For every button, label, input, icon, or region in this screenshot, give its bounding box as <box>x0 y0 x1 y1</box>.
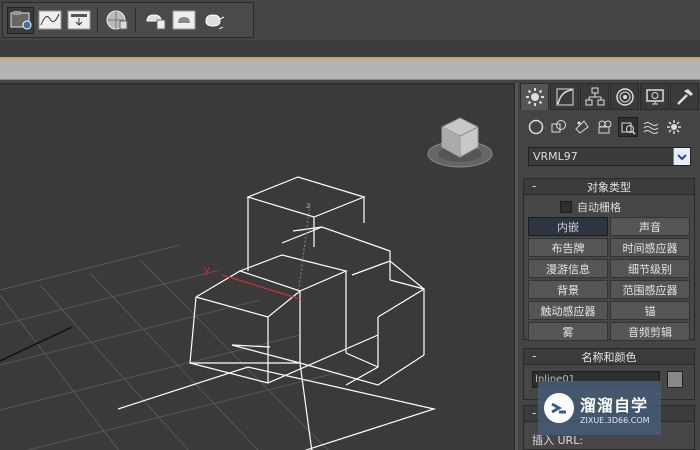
command-panel-tabs <box>518 83 700 111</box>
scene-converter-icon[interactable] <box>7 6 34 34</box>
chevron-down-icon[interactable] <box>673 148 690 165</box>
category-dropdown[interactable]: VRML97 <box>528 147 691 166</box>
motion-tab[interactable] <box>610 83 639 110</box>
checkbox-box[interactable] <box>560 201 572 213</box>
navinfo-button[interactable]: 漫游信息 <box>528 259 608 278</box>
viewcube-icon[interactable] <box>427 117 493 168</box>
shapes-icon[interactable] <box>549 117 569 137</box>
hierarchy-icon <box>585 87 604 105</box>
ribbon-bar <box>0 59 700 80</box>
object-type-buttons: 内嵌 声音 布告牌 时间感应器 漫游信息 细节级别 背景 范围感应器 触动感应器… <box>528 217 690 341</box>
perspective-viewport[interactable]: y z <box>0 83 514 450</box>
app-window: y z VRML97 - 对象类型 自动栅格 内嵌 声音 布告牌 时间感应器 漫… <box>0 0 700 450</box>
export-icon[interactable] <box>65 7 92 34</box>
sun-icon <box>525 87 544 106</box>
object-type-header[interactable]: - 对象类型 <box>524 179 694 195</box>
material-editor-icon[interactable] <box>103 7 130 34</box>
create-tab[interactable] <box>520 83 549 110</box>
modify-tab[interactable] <box>550 83 579 110</box>
rendered-frame-icon[interactable] <box>170 7 197 34</box>
lights-icon[interactable] <box>572 117 592 137</box>
inline-button[interactable]: 内嵌 <box>528 217 608 236</box>
name-color-header[interactable]: - 名称和颜色 <box>524 349 694 365</box>
background-button[interactable]: 背景 <box>528 280 608 299</box>
object-type-rollout: - 对象类型 自动栅格 内嵌 声音 布告牌 时间感应器 漫游信息 细节级别 背景… <box>523 178 695 341</box>
lod-button[interactable]: 细节级别 <box>610 259 690 278</box>
helpers-icon[interactable] <box>618 117 638 137</box>
name-color-title: 名称和颜色 <box>581 350 637 364</box>
autogrid-checkbox[interactable]: 自动栅格 <box>560 199 621 215</box>
toolbar-separator <box>97 8 98 32</box>
main-toolbar <box>2 2 254 38</box>
geometry-icon[interactable] <box>526 117 546 137</box>
y-axis-label: y <box>204 265 210 276</box>
utilities-tab[interactable] <box>670 83 699 110</box>
watermark: 溜溜自学 ZIXUE.3D66.COM <box>538 381 661 435</box>
menu-strip <box>0 40 700 58</box>
display-tab[interactable] <box>640 83 669 110</box>
touchsensor-button[interactable]: 触动感应器 <box>528 301 608 320</box>
billboard-button[interactable]: 布告牌 <box>528 238 608 257</box>
timesensor-button[interactable]: 时间感应器 <box>610 238 690 257</box>
motion-icon <box>615 87 634 106</box>
hierarchy-tab[interactable] <box>580 83 609 110</box>
space-warps-icon[interactable] <box>641 117 661 137</box>
audioclip-button[interactable]: 音频剪辑 <box>610 322 690 341</box>
z-axis-line <box>297 204 311 296</box>
anchor-button[interactable]: 锚 <box>610 301 690 320</box>
render-teapot-icon[interactable] <box>199 7 226 34</box>
toolbar-strip <box>0 0 700 40</box>
collapse-icon[interactable]: - <box>532 179 536 194</box>
render-setup-icon[interactable] <box>141 7 168 34</box>
watermark-title: 溜溜自学 <box>580 395 649 415</box>
autogrid-label: 自动栅格 <box>577 201 621 214</box>
ground-plane <box>117 362 437 450</box>
home-grid <box>0 244 341 450</box>
systems-icon[interactable] <box>664 117 684 137</box>
z-axis-label: z <box>306 201 310 210</box>
create-subcategories <box>526 117 698 139</box>
fog-button[interactable]: 雾 <box>528 322 608 341</box>
cameras-icon[interactable] <box>595 117 615 137</box>
watermark-text: 溜溜自学 ZIXUE.3D66.COM <box>580 392 650 425</box>
modify-curve-icon <box>556 88 573 105</box>
object-type-title: 对象类型 <box>587 180 631 194</box>
collapse-icon[interactable]: - <box>532 349 536 364</box>
object-color-swatch[interactable] <box>667 371 683 388</box>
monitor-icon <box>645 88 664 104</box>
proxsensor-button[interactable]: 范围感应器 <box>610 280 690 299</box>
watermark-logo-icon <box>544 393 574 423</box>
watermark-url: ZIXUE.3D66.COM <box>580 415 650 425</box>
curve-editor-icon[interactable] <box>36 7 63 34</box>
sound-button[interactable]: 声音 <box>610 217 690 236</box>
viewport-scene: y z <box>0 117 493 450</box>
collapse-icon[interactable]: - <box>532 406 536 421</box>
hammer-icon <box>676 88 693 105</box>
category-dropdown-value: VRML97 <box>533 150 578 163</box>
toolbar-separator <box>135 8 136 32</box>
